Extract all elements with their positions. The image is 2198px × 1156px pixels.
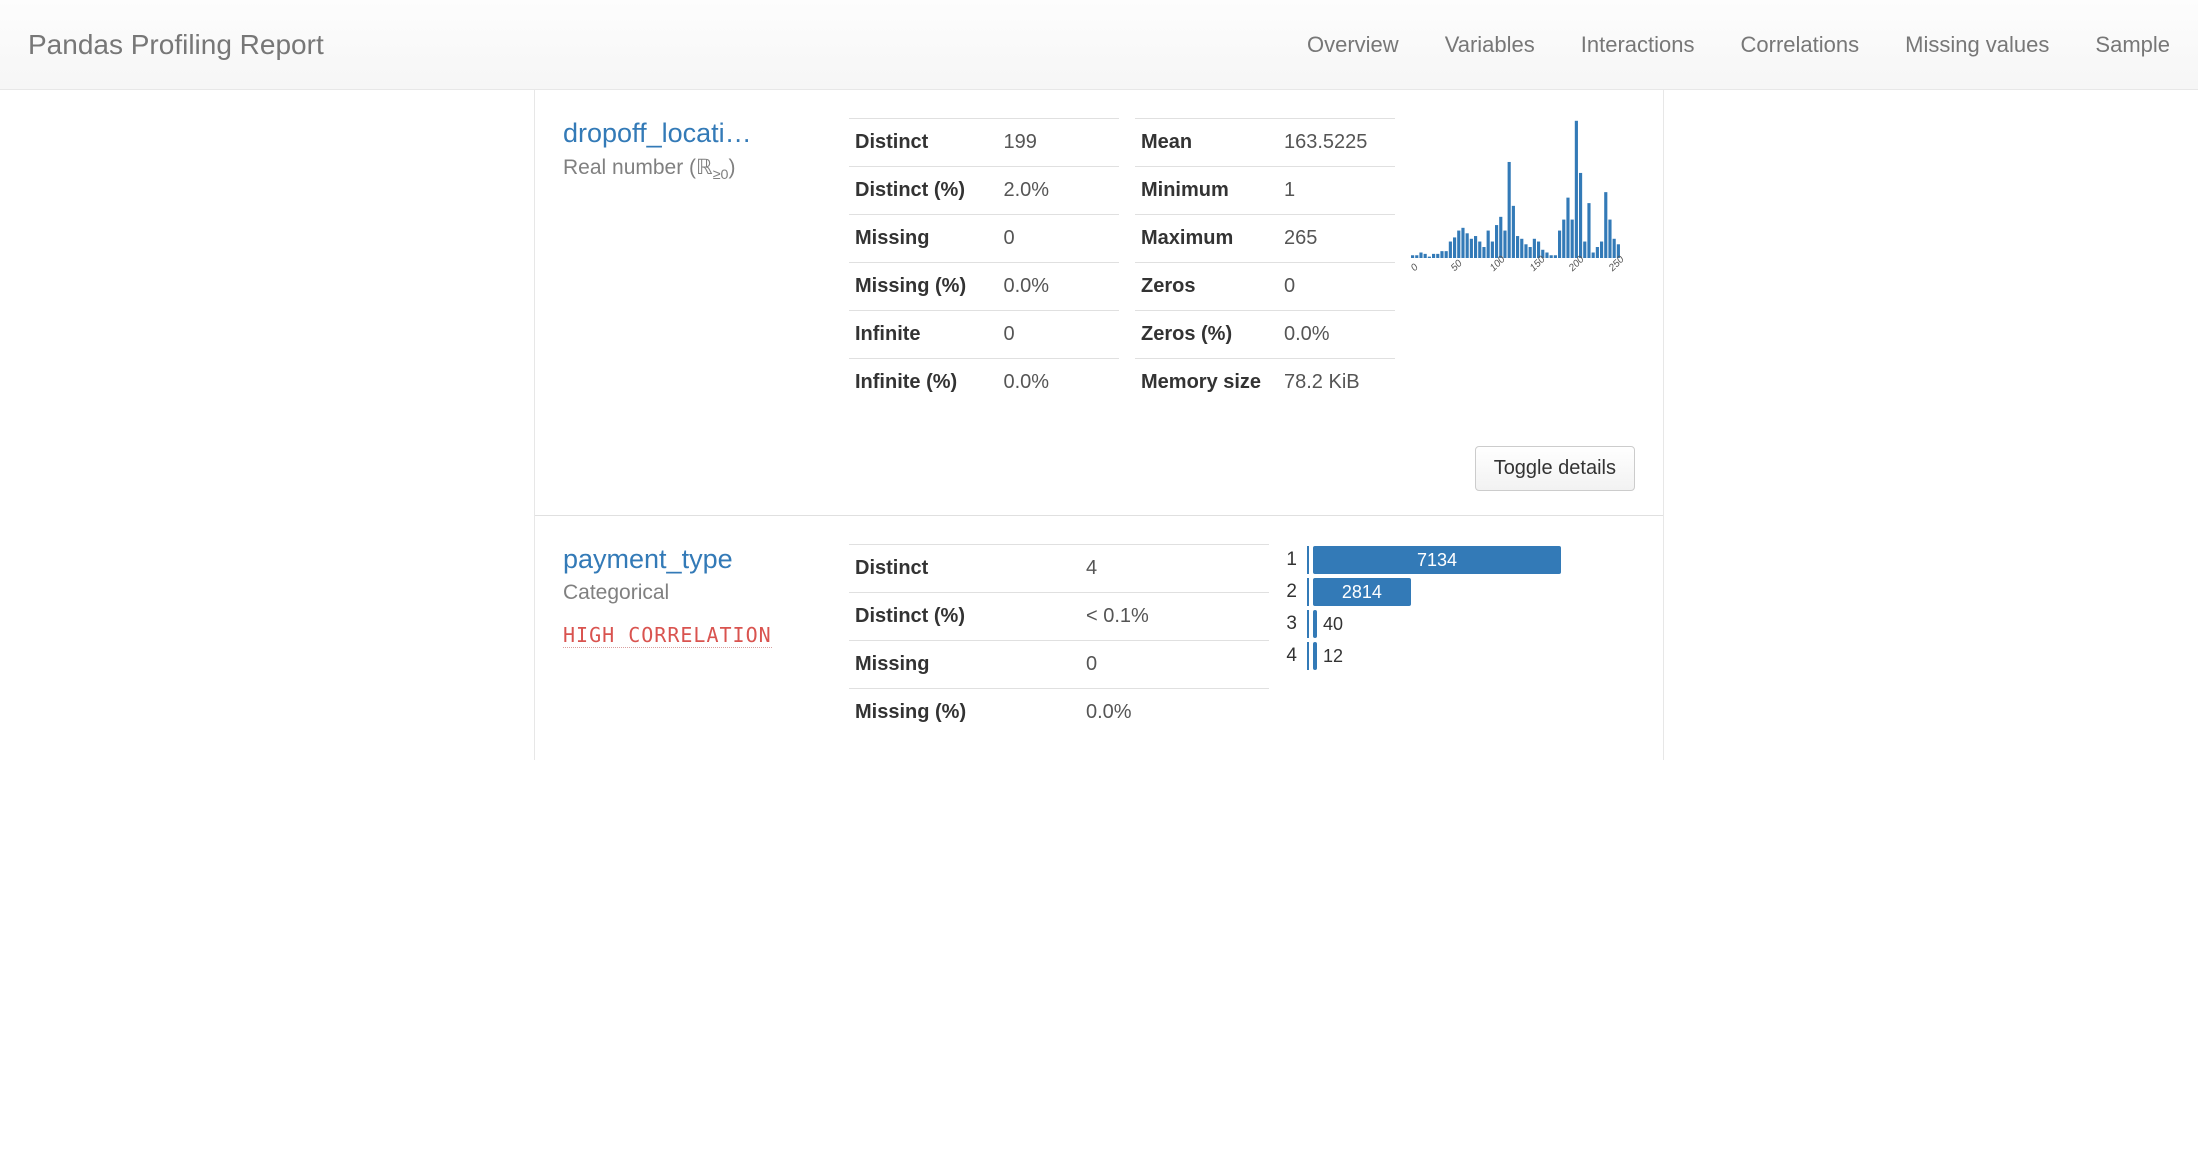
freq-row: 2 2814 [1285, 576, 1635, 608]
nav-interactions[interactable]: Interactions [1581, 32, 1695, 58]
freq-value: 40 [1317, 610, 1343, 638]
stats-value: 163.5225 [1278, 119, 1395, 167]
histogram-sparkline [1411, 118, 1621, 258]
stats-key: Distinct [849, 545, 1080, 593]
toggle-row: Toggle details [563, 406, 1635, 491]
variable-name[interactable]: dropoff_locati… [563, 118, 833, 149]
freq-value: 12 [1317, 642, 1343, 670]
stats-value: 0 [998, 311, 1120, 359]
freq-bar: 2814 [1313, 578, 1411, 606]
stats-row: Missing (%)0.0% [849, 263, 1119, 311]
stats-row: Infinite (%)0.0% [849, 359, 1119, 407]
stats-row: Infinite0 [849, 311, 1119, 359]
stats-key: Missing (%) [849, 263, 998, 311]
stats-value: 1 [1278, 167, 1395, 215]
stats-row: Missing (%)0.0% [849, 689, 1269, 737]
report-content: dropoff_locati… Real number (ℝ≥0) Distin… [534, 90, 1664, 760]
freq-bar-wrap: 2814 [1309, 578, 1635, 606]
stats-value: 0 [1278, 263, 1395, 311]
freq-bar-wrap: 7134 [1309, 546, 1635, 574]
navbar: Pandas Profiling Report Overview Variabl… [0, 0, 2198, 90]
histogram-x-ticks: 050100150200250 [1411, 260, 1621, 284]
histogram-x-tick: 0 [1409, 262, 1421, 274]
stats-value: 199 [998, 119, 1120, 167]
freq-bar-wrap: 40 [1309, 610, 1635, 638]
variable-type: Real number (ℝ≥0) [563, 155, 833, 183]
stats-row: Distinct4 [849, 545, 1269, 593]
stats-key: Distinct [849, 119, 998, 167]
high-correlation-badge: HIGH CORRELATION [563, 623, 772, 648]
stats-key: Maximum [1135, 215, 1278, 263]
nav-sample[interactable]: Sample [2095, 32, 2170, 58]
nav-overview[interactable]: Overview [1307, 32, 1399, 58]
freq-row: 1 7134 [1285, 544, 1635, 576]
stats-value: 0.0% [1080, 689, 1269, 737]
stats-key: Mean [1135, 119, 1278, 167]
variable-header: dropoff_locati… Real number (ℝ≥0) [563, 118, 833, 406]
freq-bar-wrap: 12 [1309, 642, 1635, 670]
stats-value: 0 [1080, 641, 1269, 689]
stats-key: Infinite [849, 311, 998, 359]
stats-row: Maximum265 [1135, 215, 1395, 263]
stats-value: 0.0% [998, 263, 1120, 311]
stats-row: Memory size78.2 KiB [1135, 359, 1395, 407]
freq-row: 4 12 [1285, 640, 1635, 672]
stats-key: Distinct (%) [849, 167, 998, 215]
stats-row: Minimum1 [1135, 167, 1395, 215]
stats-key: Minimum [1135, 167, 1278, 215]
freq-label: 1 [1285, 549, 1307, 571]
stats-row: Missing0 [849, 215, 1119, 263]
nav-correlations[interactable]: Correlations [1741, 32, 1860, 58]
freq-label: 3 [1285, 613, 1307, 635]
stats-row: Distinct199 [849, 119, 1119, 167]
stats-key: Distinct (%) [849, 593, 1080, 641]
stats-row: Distinct (%)2.0% [849, 167, 1119, 215]
stats-table-left: Distinct199Distinct (%)2.0%Missing0Missi… [849, 118, 1119, 406]
stats-value: 78.2 KiB [1278, 359, 1395, 407]
stats-table: Distinct4Distinct (%)< 0.1%Missing0Missi… [849, 544, 1269, 736]
variable-header: payment_type Categorical HIGH CORRELATIO… [563, 544, 833, 736]
variable-payment-type: payment_type Categorical HIGH CORRELATIO… [535, 516, 1663, 760]
variable-type: Categorical [563, 581, 833, 605]
stats-row: Zeros0 [1135, 263, 1395, 311]
stats-key: Missing [849, 215, 998, 263]
navbar-nav: Overview Variables Interactions Correlat… [1307, 32, 2170, 58]
toggle-details-button[interactable]: Toggle details [1475, 446, 1635, 491]
freq-row: 3 40 [1285, 608, 1635, 640]
stats-value: 0.0% [998, 359, 1120, 407]
variable-dropoff-location: dropoff_locati… Real number (ℝ≥0) Distin… [535, 90, 1663, 516]
freq-label: 4 [1285, 645, 1307, 667]
stats-key: Infinite (%) [849, 359, 998, 407]
stats-key: Missing [849, 641, 1080, 689]
freq-bar: 7134 [1313, 546, 1561, 574]
stats-key: Zeros (%) [1135, 311, 1278, 359]
stats-row: Distinct (%)< 0.1% [849, 593, 1269, 641]
stats-value: < 0.1% [1080, 593, 1269, 641]
stats-value: 4 [1080, 545, 1269, 593]
histogram-column: 050100150200250 [1411, 118, 1635, 406]
stats-table-right: Mean163.5225Minimum1Maximum265Zeros0Zero… [1135, 118, 1395, 406]
stats-row: Missing0 [849, 641, 1269, 689]
variable-name[interactable]: payment_type [563, 544, 833, 575]
stats-key: Missing (%) [849, 689, 1080, 737]
freq-label: 2 [1285, 581, 1307, 603]
stats-value: 0.0% [1278, 311, 1395, 359]
histogram-x-tick: 50 [1449, 258, 1465, 274]
stats-value: 0 [998, 215, 1120, 263]
stats-key: Memory size [1135, 359, 1278, 407]
stats-value: 265 [1278, 215, 1395, 263]
stats-key: Zeros [1135, 263, 1278, 311]
nav-variables[interactable]: Variables [1445, 32, 1535, 58]
stats-value: 2.0% [998, 167, 1120, 215]
stats-row: Mean163.5225 [1135, 119, 1395, 167]
nav-missing-values[interactable]: Missing values [1905, 32, 2049, 58]
navbar-title: Pandas Profiling Report [28, 29, 324, 61]
stats-row: Zeros (%)0.0% [1135, 311, 1395, 359]
frequency-bars: 1 7134 2 2814 3 40 4 12 [1285, 544, 1635, 736]
